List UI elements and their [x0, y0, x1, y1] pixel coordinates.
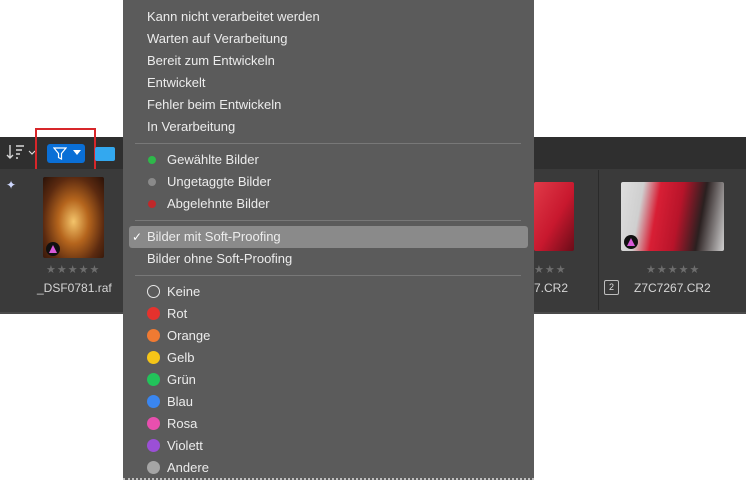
cell-divider	[598, 170, 599, 310]
soft-proof-icon	[46, 242, 60, 256]
rating-stars[interactable]: ★★★★★	[46, 263, 100, 276]
checkmark-icon: ✓	[132, 230, 143, 244]
filter-highlight-annotation	[35, 128, 96, 173]
menu-item-softproof-without[interactable]: Bilder ohne Soft-Proofing	[123, 248, 534, 270]
menu-item-tag[interactable]: Ungetaggte Bilder	[123, 171, 534, 193]
gray-dot-icon	[148, 178, 156, 186]
menu-separator	[135, 143, 521, 144]
menu-item-status[interactable]: Bereit zum Entwickeln	[123, 50, 534, 72]
green-dot-icon	[148, 156, 156, 164]
thumbnail-filename: _DSF0781.raf	[37, 281, 112, 295]
sort-icon	[6, 145, 36, 159]
menu-item-label: In Verarbeitung	[147, 119, 236, 134]
filter-dropdown-menu: Kann nicht verarbeitet werden Warten auf…	[123, 0, 534, 480]
menu-item-color-none[interactable]: Keine	[123, 281, 534, 303]
stack-count-badge: 2	[604, 280, 619, 295]
menu-item-softproof-with[interactable]: ✓ Bilder mit Soft-Proofing	[129, 226, 528, 248]
menu-item-label: Warten auf Verarbeitung	[147, 31, 288, 46]
menu-item-label: Andere	[167, 460, 209, 475]
menu-item-color-green[interactable]: Grün	[123, 369, 534, 391]
menu-item-label: Blau	[167, 394, 194, 409]
soft-proof-icon	[624, 235, 638, 249]
gray-swatch-icon	[147, 461, 160, 474]
thumbnail-image[interactable]	[534, 182, 574, 251]
empty-circle-icon	[147, 285, 160, 298]
red-dot-icon	[148, 200, 156, 208]
thumbnail-filename: Z7C7267.CR2	[634, 281, 711, 295]
menu-item-tag[interactable]: Gewählte Bilder	[123, 149, 534, 171]
menu-item-color-blue[interactable]: Blau	[123, 391, 534, 413]
menu-item-label: Rot	[167, 306, 188, 321]
menu-item-status[interactable]: Fehler beim Entwickeln	[123, 94, 534, 116]
menu-item-label: Violett	[167, 438, 203, 453]
menu-item-color-orange[interactable]: Orange	[123, 325, 534, 347]
rating-stars[interactable]: ★★★★★	[646, 263, 700, 276]
menu-item-label: Entwickelt	[147, 75, 206, 90]
menu-item-tag[interactable]: Abgelehnte Bilder	[123, 193, 534, 215]
menu-item-label: Ungetaggte Bilder	[167, 174, 272, 189]
menu-item-label: Bilder ohne Soft-Proofing	[147, 251, 293, 266]
menu-item-label: Gewählte Bilder	[167, 152, 259, 167]
pink-swatch-icon	[147, 417, 160, 430]
menu-item-status[interactable]: Kann nicht verarbeitet werden	[123, 6, 534, 28]
menu-item-label: Bereit zum Entwickeln	[147, 53, 275, 68]
menu-item-color-red[interactable]: Rot	[123, 303, 534, 325]
menu-item-label: Orange	[167, 328, 211, 343]
menu-item-label: Abgelehnte Bilder	[167, 196, 270, 211]
menu-separator	[135, 275, 521, 276]
menu-item-label: Rosa	[167, 416, 198, 431]
menu-item-status[interactable]: Entwickelt	[123, 72, 534, 94]
rating-stars[interactable]: ★★★	[534, 263, 567, 276]
menu-item-label: Keine	[167, 284, 201, 299]
menu-item-color-other[interactable]: Andere	[123, 457, 534, 479]
violet-swatch-icon	[147, 439, 160, 452]
menu-item-label: Fehler beim Entwickeln	[147, 97, 282, 112]
folder-icon[interactable]	[95, 147, 115, 161]
menu-item-color-yellow[interactable]: Gelb	[123, 347, 534, 369]
menu-item-label: Grün	[167, 372, 196, 387]
menu-item-status[interactable]: In Verarbeitung	[123, 116, 534, 138]
menu-item-status[interactable]: Warten auf Verarbeitung	[123, 28, 534, 50]
yellow-swatch-icon	[147, 351, 160, 364]
green-swatch-icon	[147, 373, 160, 386]
menu-item-label: Gelb	[167, 350, 195, 365]
pin-icon[interactable]: ✦	[6, 178, 16, 192]
menu-item-label: Kann nicht verarbeitet werden	[147, 9, 320, 24]
menu-item-label: Bilder mit Soft-Proofing	[147, 229, 281, 244]
menu-item-color-violet[interactable]: Violett	[123, 435, 534, 457]
menu-item-color-pink[interactable]: Rosa	[123, 413, 534, 435]
orange-swatch-icon	[147, 329, 160, 342]
red-swatch-icon	[147, 307, 160, 320]
blue-swatch-icon	[147, 395, 160, 408]
thumbnail-filename: 7.CR2	[534, 281, 569, 295]
menu-separator	[135, 220, 521, 221]
